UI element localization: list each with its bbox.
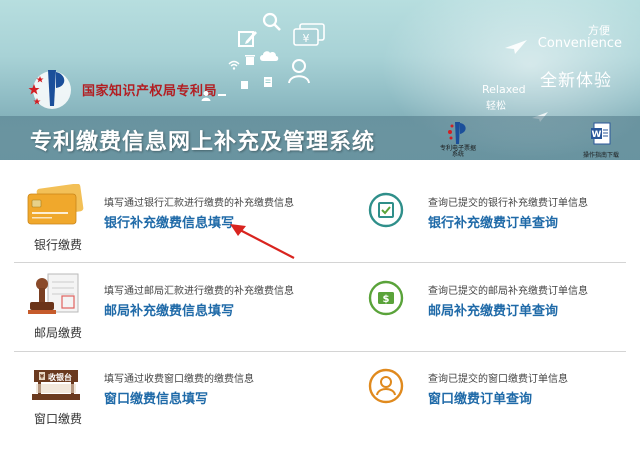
small-doc-icon bbox=[241, 81, 248, 89]
post-query-link[interactable]: 邮局补充缴费订单查询 bbox=[428, 300, 558, 319]
small-person-icon bbox=[201, 91, 211, 101]
wifi-icon bbox=[228, 60, 240, 70]
convenience-en: Convenience bbox=[537, 36, 622, 51]
user-outline-icon bbox=[288, 59, 310, 84]
agency-name: 国家知识产权局专利局 bbox=[82, 84, 218, 99]
guide-download-label: 操作指南下载 bbox=[582, 152, 619, 159]
header-banner: 国家知识产权局专利局 ¥ 方便 Convenience 全新体验 Relaxed… bbox=[0, 0, 640, 160]
bank-fill-desc: 填写通过银行汇款进行缴费的补充缴费信息 bbox=[104, 198, 294, 209]
guide-download-link[interactable]: W 操作指南下载 bbox=[576, 120, 626, 159]
window-query-icon[interactable] bbox=[368, 368, 404, 404]
svg-text:W: W bbox=[592, 130, 602, 140]
window-payment-row: ¥ 收银台 窗口缴费 填写通过收费窗口缴费的缴费信息 窗口缴费信息填写 查询已提… bbox=[14, 358, 626, 454]
edit-pencil-icon bbox=[238, 31, 257, 47]
cloud-icon bbox=[260, 51, 279, 61]
ebill-logo-icon bbox=[448, 122, 466, 144]
bank-fill-link[interactable]: 银行补充缴费信息填写 bbox=[104, 212, 234, 231]
post-method-label: 邮局缴费 bbox=[33, 326, 82, 340]
app-root: 国家知识产权局专利局 ¥ 方便 Convenience 全新体验 Relaxed… bbox=[0, 0, 640, 456]
new-experience-text: 全新体验 bbox=[540, 71, 612, 91]
post-query-desc: 查询已提交的邮局补充缴费订单信息 bbox=[428, 286, 588, 297]
cnipa-logo bbox=[28, 70, 71, 109]
post-payment-row: 邮局缴费 填写通过邮局汇款进行缴费的补充缴费信息 邮局补充缴费信息填写 $ 查询… bbox=[14, 262, 626, 358]
window-method-label: 窗口缴费 bbox=[33, 412, 82, 426]
trash-icon bbox=[245, 55, 255, 65]
bank-payment-row: 银行缴费 填写通过银行汇款进行缴费的补充缴费信息 银行补充缴费信息填写 查询已提… bbox=[14, 166, 626, 262]
window-query-link[interactable]: 窗口缴费订单查询 bbox=[428, 388, 532, 407]
post-fill-desc: 填写通过邮局汇款进行缴费的补充缴费信息 bbox=[104, 286, 294, 297]
post-query-icon[interactable]: $ bbox=[368, 280, 404, 316]
window-query-desc: 查询已提交的窗口缴费订单信息 bbox=[428, 374, 568, 385]
bank-query-desc: 查询已提交的银行补充缴费订单信息 bbox=[428, 198, 588, 209]
yuan-bills-icon: ¥ bbox=[293, 23, 325, 46]
bank-card-icon bbox=[27, 184, 84, 225]
bank-query-icon[interactable] bbox=[368, 192, 404, 228]
word-doc-icon: W bbox=[591, 122, 611, 145]
svg-text:¥: ¥ bbox=[303, 32, 310, 45]
relaxed-en: Relaxed bbox=[482, 83, 526, 96]
relaxed-cn: 轻松 bbox=[486, 101, 506, 112]
svg-text:$: $ bbox=[383, 294, 390, 305]
row-divider bbox=[14, 351, 626, 352]
post-method: 邮局缴费 bbox=[18, 270, 90, 348]
ebill-label: 专利电子票据系统 bbox=[439, 145, 476, 158]
post-office-stamp-icon bbox=[28, 273, 79, 314]
post-fill-link[interactable]: 邮局补充缴费信息填写 bbox=[104, 300, 234, 319]
document-icon bbox=[264, 77, 272, 87]
magnifier-icon bbox=[262, 12, 281, 31]
system-title: 专利缴费信息网上补充及管理系统 bbox=[30, 130, 376, 155]
tiny-dash-icon bbox=[218, 94, 226, 96]
paper-plane-icon bbox=[505, 40, 527, 54]
bank-method: 银行缴费 bbox=[18, 182, 90, 260]
bank-query-link[interactable]: 银行补充缴费订单查询 bbox=[428, 212, 558, 231]
cashier-sign-text: 收银台 bbox=[48, 373, 72, 382]
window-fill-link[interactable]: 窗口缴费信息填写 bbox=[104, 388, 208, 407]
window-method: ¥ 收银台 窗口缴费 bbox=[18, 364, 90, 442]
bank-method-label: 银行缴费 bbox=[33, 238, 82, 252]
cashier-counter-icon: ¥ bbox=[32, 370, 80, 400]
window-fill-desc: 填写通过收费窗口缴费的缴费信息 bbox=[104, 374, 254, 385]
ebill-system-link[interactable]: 专利电子票据系统 bbox=[436, 118, 480, 158]
